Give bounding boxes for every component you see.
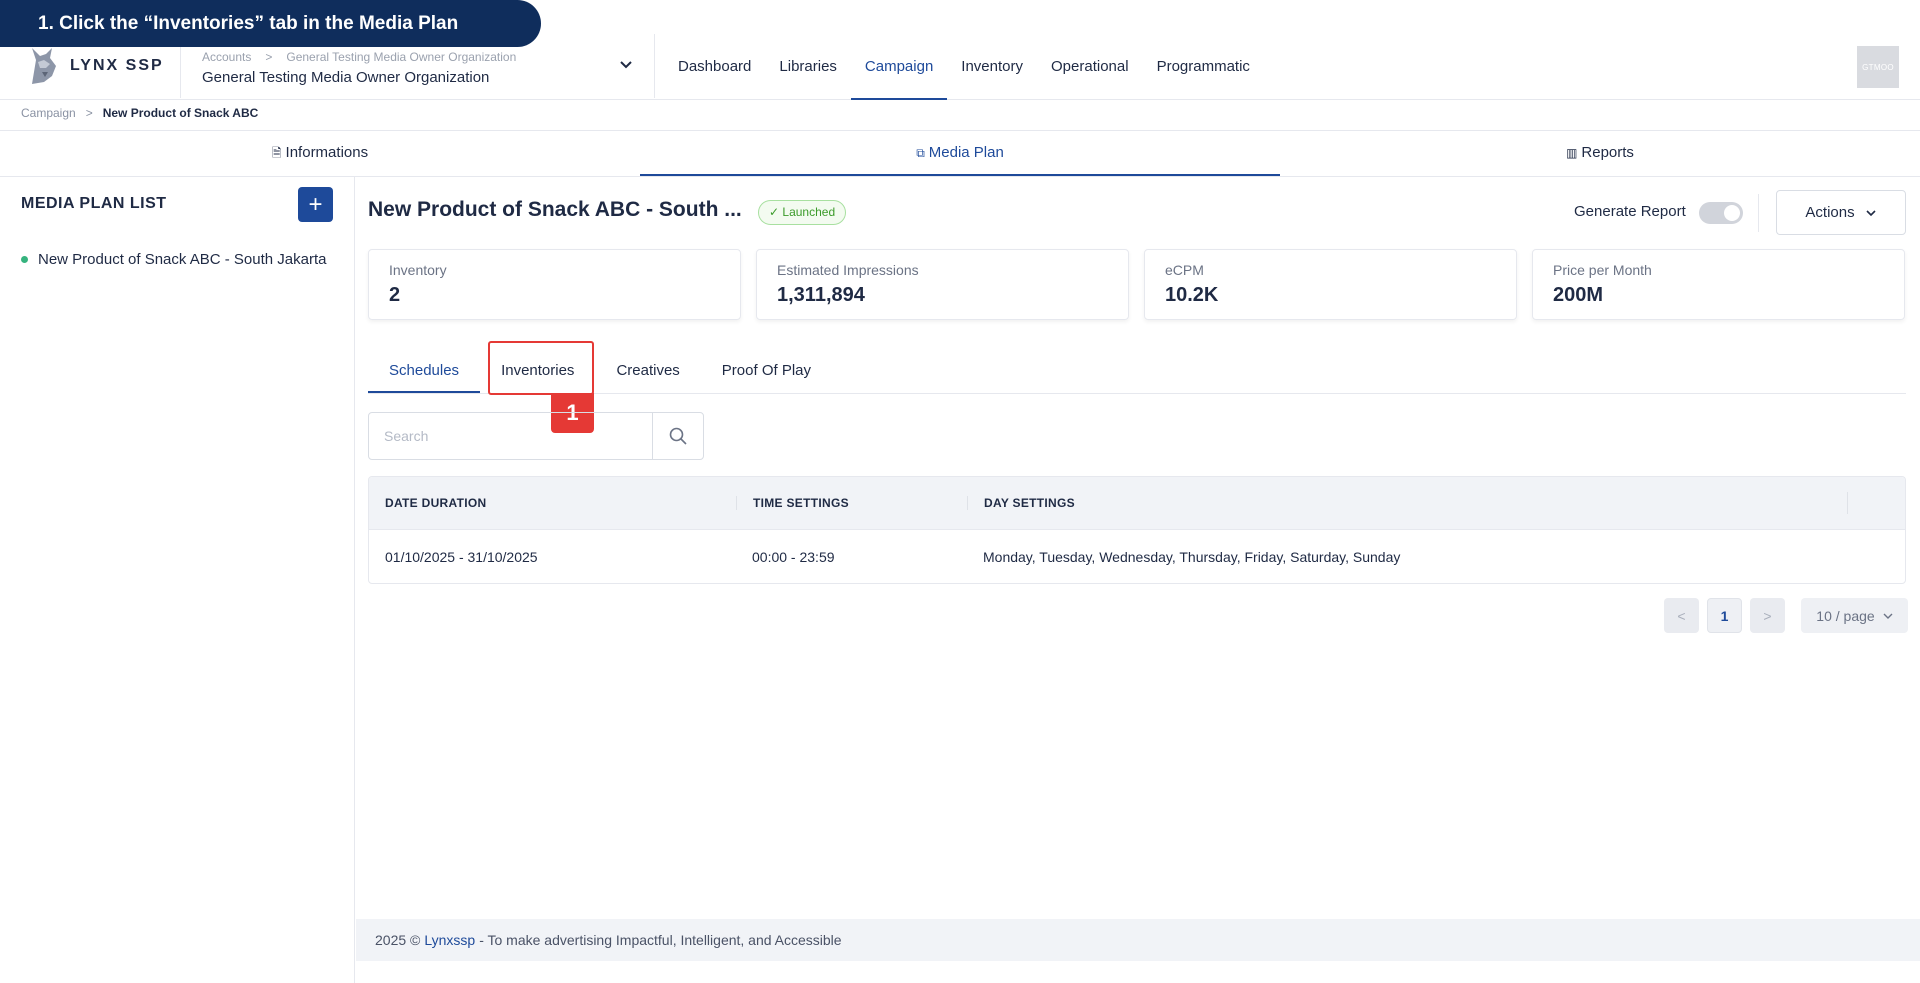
- page-1-button[interactable]: 1: [1707, 598, 1742, 633]
- schedule-search: [368, 412, 704, 460]
- sidebar-item-label: New Product of Snack ABC - South Jakarta: [38, 251, 327, 268]
- next-page-button[interactable]: >: [1750, 598, 1785, 633]
- cell-time-settings: 00:00 - 23:59: [752, 548, 835, 565]
- sidebar-item-media-plan[interactable]: New Product of Snack ABC - South Jakarta: [21, 251, 326, 268]
- tab-media-plan[interactable]: ⧉ Media Plan: [640, 131, 1280, 176]
- actions-divider: [1758, 194, 1759, 232]
- column-header-day-settings: DAY SETTINGS: [967, 496, 1847, 510]
- org-breadcrumb: Accounts > General Testing Media Owner O…: [202, 50, 516, 64]
- cell-day-settings: Monday, Tuesday, Wednesday, Thursday, Fr…: [983, 548, 1401, 565]
- org-crumb-organization[interactable]: General Testing Media Owner Organization: [286, 50, 516, 64]
- generate-report-label: Generate Report: [1574, 203, 1686, 220]
- bar-chart-icon: ▥: [1566, 146, 1578, 160]
- logo[interactable]: LYNX SSP: [26, 46, 164, 86]
- tab-proof-of-play[interactable]: Proof Of Play: [701, 348, 832, 393]
- chevron-down-icon: [1883, 613, 1893, 619]
- tab-schedules[interactable]: Schedules: [368, 348, 481, 393]
- header-divider: [654, 34, 655, 98]
- stat-value: 10.2K: [1165, 284, 1219, 306]
- cell-date-duration: 01/10/2025 - 31/10/2025: [385, 548, 538, 565]
- table-header: DATE DURATION TIME SETTINGS DAY SETTINGS: [369, 477, 1905, 529]
- tab-label: Media Plan: [928, 144, 1004, 161]
- org-crumb-separator: >: [265, 50, 273, 64]
- search-input[interactable]: [369, 413, 652, 459]
- stat-card-impressions: Estimated Impressions 1,311,894: [756, 249, 1129, 320]
- prev-page-button[interactable]: <: [1664, 598, 1699, 633]
- breadcrumb: Campaign > New Product of Snack ABC: [21, 106, 258, 120]
- nav-campaign[interactable]: Campaign: [850, 40, 948, 100]
- org-name: General Testing Media Owner Organization: [202, 69, 490, 86]
- tab-creatives[interactable]: Creatives: [595, 348, 700, 393]
- pagination: < 1 > 10 / page: [1664, 598, 1908, 633]
- status-badge-label: Launched: [782, 205, 836, 219]
- stat-cards: Inventory 2 Estimated Impressions 1,311,…: [368, 249, 1905, 320]
- table-row[interactable]: 01/10/2025 - 31/10/2025 00:00 - 23:59 Mo…: [369, 529, 1905, 583]
- stat-value: 200M: [1553, 284, 1604, 306]
- stat-card-inventory: Inventory 2: [368, 249, 741, 320]
- stat-card-price: Price per Month 200M: [1532, 249, 1905, 320]
- chevron-down-icon[interactable]: [618, 56, 634, 72]
- search-icon: [669, 427, 687, 445]
- avatar[interactable]: GTMOO: [1857, 46, 1899, 88]
- status-badge: ✓ Launched: [758, 200, 847, 225]
- org-crumb-accounts[interactable]: Accounts: [202, 50, 251, 64]
- stat-value: 1,311,894: [777, 284, 865, 306]
- page-title: New Product of Snack ABC - South ...: [368, 198, 742, 221]
- instruction-banner: 1. Click the “Inventories” tab in the Me…: [0, 0, 541, 47]
- stat-card-ecpm: eCPM 10.2K: [1144, 249, 1517, 320]
- sidebar-title: MEDIA PLAN LIST: [21, 195, 167, 212]
- tab-label: Reports: [1581, 144, 1634, 161]
- media-plan-subtabs: Schedules Inventories Creatives Proof Of…: [368, 348, 1906, 394]
- footer-tagline: - To make advertising Impactful, Intelli…: [479, 932, 842, 948]
- page-size-value: 10 / page: [1816, 607, 1875, 624]
- tab-reports[interactable]: ▥ Reports: [1280, 131, 1920, 176]
- column-header-actions: [1847, 492, 1905, 514]
- nav-inventory[interactable]: Inventory: [947, 40, 1037, 100]
- stat-value: 2: [389, 284, 401, 306]
- media-plan-sidebar: MEDIA PLAN LIST + New Product of Snack A…: [0, 177, 355, 983]
- footer: 2025 © Lynxssp - To make advertising Imp…: [356, 919, 1920, 961]
- lynx-logo-icon: [32, 48, 56, 84]
- nav-libraries[interactable]: Libraries: [765, 40, 851, 100]
- status-dot: [21, 256, 28, 263]
- tab-informations[interactable]: 🗎 Informations: [0, 131, 640, 176]
- logo-text: LYNX SSP: [70, 57, 164, 74]
- stat-label: eCPM: [1165, 262, 1204, 278]
- search-button[interactable]: [652, 413, 703, 459]
- column-header-date-duration: DATE DURATION: [385, 496, 487, 510]
- breadcrumb-current: New Product of Snack ABC: [102, 106, 259, 120]
- check-icon: ✓: [769, 205, 780, 219]
- actions-label: Actions: [1805, 204, 1855, 221]
- actions-button[interactable]: Actions: [1776, 190, 1906, 235]
- page-size-select[interactable]: 10 / page: [1801, 598, 1908, 633]
- tab-label: Informations: [285, 144, 369, 161]
- document-icon: 🗎: [271, 146, 282, 160]
- main-nav: Dashboard Libraries Campaign Inventory O…: [664, 40, 1264, 100]
- breadcrumb-campaign[interactable]: Campaign: [21, 106, 76, 120]
- org-switcher[interactable]: Accounts > General Testing Media Owner O…: [202, 50, 516, 86]
- copy-icon: ⧉: [916, 146, 925, 160]
- breadcrumb-separator: >: [85, 106, 93, 120]
- generate-report-toggle[interactable]: [1699, 202, 1743, 224]
- toggle-knob: [1724, 205, 1740, 221]
- column-header-time-settings: TIME SETTINGS: [736, 496, 967, 510]
- stat-label: Inventory: [389, 262, 447, 278]
- campaign-tabs: 🗎 Informations ⧉ Media Plan ▥ Reports: [0, 131, 1920, 177]
- footer-copyright: 2025 ©: [375, 932, 421, 948]
- stat-label: Price per Month: [1553, 262, 1652, 278]
- add-media-plan-button[interactable]: +: [298, 187, 333, 222]
- chevron-down-icon: [1866, 209, 1876, 216]
- nav-dashboard[interactable]: Dashboard: [664, 40, 765, 100]
- nav-programmatic[interactable]: Programmatic: [1143, 40, 1264, 100]
- nav-operational[interactable]: Operational: [1037, 40, 1143, 100]
- step-highlight: [488, 341, 594, 395]
- footer-brand-link[interactable]: Lynxssp: [424, 932, 475, 948]
- stat-label: Estimated Impressions: [777, 262, 919, 278]
- schedules-table: DATE DURATION TIME SETTINGS DAY SETTINGS…: [368, 476, 1906, 584]
